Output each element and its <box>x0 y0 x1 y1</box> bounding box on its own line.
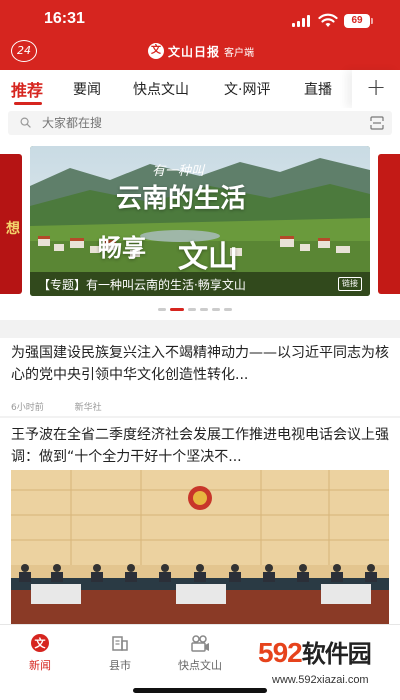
news-item[interactable]: 王予波在全省二季度经济社会发展工作推进电视电话会议上强调：做到“十个全力干好十个… <box>0 418 400 640</box>
tab-headlines[interactable]: 要闻 <box>73 79 101 99</box>
news-image[interactable] <box>11 470 389 640</box>
slide-text-bottom-a: 畅享 <box>98 234 146 262</box>
status-time: 16:31 <box>44 10 85 27</box>
tab-commentary[interactable]: 文·网评 <box>224 79 270 99</box>
search-icon <box>20 117 31 128</box>
tab-recommend[interactable]: 推荐 <box>11 77 43 101</box>
search-input[interactable] <box>42 111 342 135</box>
search-bar-container <box>0 108 400 138</box>
carousel-dot[interactable] <box>200 308 208 311</box>
news-title[interactable]: 王予波在全省二季度经济社会发展工作推进电视电话会议上强调：做到“十个全力干好十个… <box>11 424 389 468</box>
county-icon <box>112 636 128 651</box>
battery-icon: 69 <box>344 14 370 28</box>
slide-link-badge: 链接 <box>338 277 362 291</box>
video-icon <box>191 635 209 652</box>
channel-tabs: 推荐 要闻 快点文山 文·网评 直播 + <box>0 70 400 108</box>
slide-text-mid: 云南的生活 <box>116 184 247 214</box>
plus-icon: + <box>366 73 387 101</box>
brand-logo-icon: 文 <box>148 43 164 59</box>
nav-news-label: 新闻 <box>29 659 51 672</box>
svg-text:文: 文 <box>35 636 47 650</box>
news-icon: 文 <box>31 634 49 652</box>
slide-caption: 【专题】有一种叫云南的生活·畅享文山 <box>38 278 246 292</box>
carousel-next-slide[interactable] <box>378 154 400 294</box>
status-bar: 16:31 69 <box>0 8 400 34</box>
prev-slide-text: 想 <box>6 221 20 237</box>
day-badge[interactable]: 24 <box>11 40 37 62</box>
wifi-icon <box>318 13 338 27</box>
news-time: 6小时前 <box>11 403 44 413</box>
carousel-slide[interactable]: 有一种叫 云南的生活 畅享 文山 【专题】有一种叫云南的生活·畅享文山 链接 <box>30 146 370 296</box>
brand-subtitle: 客户端 <box>224 47 255 59</box>
carousel-dot-active[interactable] <box>170 308 184 311</box>
nav-county-label: 县市 <box>109 659 131 672</box>
site-watermark: 592软件园 www.592xiazai.com <box>258 634 400 700</box>
nav-video[interactable]: 快点文山 <box>170 633 230 673</box>
nav-video-label: 快点文山 <box>178 659 222 672</box>
tab-kuaidian-wenshan[interactable]: 快点文山 <box>133 79 189 99</box>
search-box[interactable] <box>8 111 392 135</box>
slide-caption-bar: 【专题】有一种叫云南的生活·畅享文山 链接 <box>30 272 370 296</box>
news-item[interactable]: 为强国建设民族复兴注入不竭精神动力——以习近平同志为核心的党中央引领中华文化创造… <box>0 338 400 416</box>
battery-tip <box>371 18 373 24</box>
carousel-prev-slide[interactable]: 想 <box>0 154 22 294</box>
brand-name: 文山日报 <box>168 44 221 59</box>
nav-news[interactable]: 文 新闻 <box>10 633 70 673</box>
carousel-dot[interactable] <box>158 308 166 311</box>
watermark-cn: 软件园 <box>301 641 372 668</box>
brand-logo-group: 文 文山日报 客户端 <box>148 42 254 60</box>
add-channel-button[interactable]: + <box>352 70 400 108</box>
slide-text-top: 有一种叫 <box>152 164 205 179</box>
home-indicator <box>133 688 267 693</box>
nav-county[interactable]: 县市 <box>90 633 150 673</box>
cellular-signal-icon <box>292 15 314 27</box>
news-meta: 6小时前 新华社 <box>11 400 130 413</box>
carousel-dot[interactable] <box>188 308 196 311</box>
watermark-num: 592 <box>258 637 303 668</box>
carousel-pagination <box>158 308 236 312</box>
watermark-url: www.592xiazai.com <box>272 674 369 686</box>
banner-carousel[interactable]: 想 有一种叫 云南的生活 畅享 文山 【专题】有一种叫云南的生活·畅享文山 链接 <box>0 138 400 320</box>
news-title[interactable]: 为强国建设民族复兴注入不竭精神动力——以习近平同志为核心的党中央引领中华文化创造… <box>11 342 389 386</box>
scan-icon[interactable] <box>370 116 384 130</box>
carousel-dot[interactable] <box>212 308 220 311</box>
app-header: 16:31 69 24 文 文山日报 客户端 <box>0 0 400 70</box>
watermark-logo: 592软件园 <box>258 634 372 669</box>
slide-text-bottom-b: 文山 <box>178 240 238 275</box>
news-source: 新华社 <box>74 403 102 413</box>
tab-live[interactable]: 直播 <box>304 79 332 99</box>
tab-active-indicator <box>14 102 42 105</box>
meeting-photo <box>11 470 389 640</box>
carousel-dot[interactable] <box>224 308 232 311</box>
